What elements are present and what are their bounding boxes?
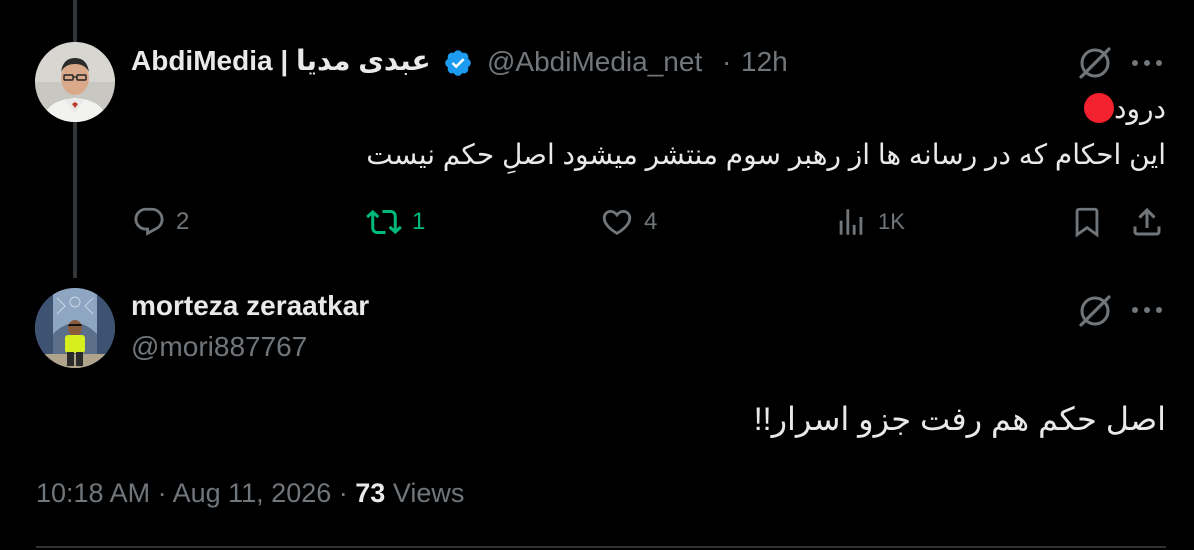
like-count: 4 <box>644 208 658 235</box>
avatar-mori[interactable] <box>35 288 115 368</box>
grok-icon[interactable] <box>1076 44 1114 82</box>
views-label: Views <box>392 478 465 508</box>
author-handle[interactable]: @mori887767 <box>131 331 307 363</box>
author-name[interactable]: AbdiMedia | عبدی مدیا <box>131 44 431 77</box>
reply-button[interactable]: 2 <box>132 202 189 242</box>
tweet-body: این احکام که در رسانه ها از رهبر سوم منت… <box>366 139 1166 170</box>
like-button[interactable]: 4 <box>600 202 657 242</box>
more-icon[interactable] <box>1130 52 1164 74</box>
grok-icon[interactable] <box>1076 292 1114 330</box>
tweet-time[interactable]: 10:18 AM <box>36 478 150 508</box>
repost-button[interactable]: 1 <box>366 202 425 242</box>
separator-dot: · <box>722 46 732 77</box>
reply-icon <box>134 207 164 236</box>
repost-icon <box>366 209 402 235</box>
verified-badge-icon <box>445 50 471 76</box>
repost-count: 1 <box>412 208 426 235</box>
separator-dot: · <box>338 478 348 508</box>
reply-count: 2 <box>176 208 190 235</box>
tweet-date[interactable]: Aug 11, 2026 <box>173 478 332 508</box>
separator-dot: · <box>157 478 167 508</box>
author-name[interactable]: morteza zeraatkar <box>131 290 369 322</box>
like-icon <box>602 209 632 235</box>
view-count: 73 <box>355 478 386 508</box>
tweet-body: اصل حکم هم رفت جزو اسرار!! <box>753 401 1166 437</box>
divider <box>36 546 1166 548</box>
views-icon <box>839 209 863 235</box>
bookmark-icon[interactable] <box>1070 204 1104 240</box>
avatar-abdimedia[interactable] <box>35 42 115 122</box>
tweet-meta: 10:18 AM · Aug 11, 2026 · 73 Views <box>36 478 464 509</box>
views-count: 1K <box>878 209 905 234</box>
more-icon[interactable] <box>1130 299 1164 321</box>
greeting-text: درود <box>1114 93 1166 124</box>
red-circle-emoji <box>1084 93 1115 123</box>
author-handle[interactable]: @AbdiMedia_net <box>487 46 702 78</box>
tweet-time[interactable]: 12h <box>741 46 788 78</box>
share-icon[interactable] <box>1129 204 1165 240</box>
greeting-line: درود <box>1082 92 1166 125</box>
views-button[interactable]: 1K <box>834 202 905 242</box>
